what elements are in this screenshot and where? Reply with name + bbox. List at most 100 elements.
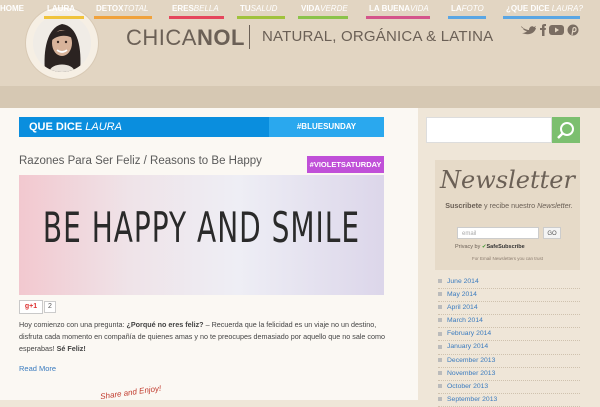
nav-label-bold: VIDA (301, 4, 321, 13)
logo-light: CHICA (126, 25, 197, 50)
hero-text: BE HAPPY AND SMILE (42, 203, 361, 253)
nav-label-italic: FOTO (461, 4, 484, 13)
nav-tu-salud[interactable]: TUSALUD (240, 4, 277, 13)
archive-label: May 2014 (447, 291, 477, 299)
newsletter-go-button[interactable]: GO (543, 227, 561, 239)
gplus-count: 2 (44, 301, 56, 313)
archive-item[interactable]: October 2013 (438, 381, 580, 394)
archive-label: November 2013 (447, 369, 496, 377)
post-excerpt: Hoy comienzo con una pregunta: ¿Porqué n… (19, 319, 385, 355)
nav-detox-total[interactable]: DETOXTOTAL (96, 4, 148, 13)
archive-label: March 2014 (447, 317, 483, 325)
archive-item[interactable]: January 2014 (438, 341, 580, 355)
gplus-button[interactable]: g+1 (19, 300, 43, 314)
nav-label-bold: LA (451, 4, 462, 13)
bullet-icon (438, 331, 442, 336)
nav-label: LAURA (47, 4, 75, 13)
privacy-note: Privacy by ✔SafeSubscribe (455, 244, 525, 250)
archive-item[interactable]: June 2014 (438, 276, 580, 290)
newsletter-subtitle: Suscribete y recibe nuestro Newsletter. (443, 200, 575, 212)
nl-sub-text: y recibe nuestro (481, 201, 538, 210)
nav-underline (237, 16, 285, 19)
search-input[interactable] (426, 117, 552, 143)
archive-label: December 2013 (447, 356, 496, 364)
bullet-icon (438, 305, 442, 310)
nl-sub-italic: Newsletter. (537, 201, 573, 210)
nav-home[interactable]: HOME (0, 4, 24, 13)
nav-underline (503, 16, 580, 19)
archive-item[interactable]: April 2014 (438, 302, 580, 316)
excerpt-bold: Sé Feliz! (56, 344, 86, 353)
privacy-brand[interactable]: SafeSubscribe (487, 244, 525, 250)
banner-hashtag[interactable]: #BLUESUNDAY (269, 117, 384, 137)
nav-que-dice-laura[interactable]: ¿QUE DICE LAURA? (506, 4, 583, 13)
nav-label-italic: TOTAL (123, 4, 149, 13)
post-hero-image[interactable]: BE HAPPY AND SMILE (19, 175, 384, 295)
nav-underline (169, 16, 224, 19)
nav-la-foto[interactable]: LAFOTO (451, 4, 484, 13)
archive-label: January 2014 (447, 343, 489, 351)
excerpt-text: Hoy comienzo con una pregunta: (19, 320, 127, 329)
post-hashtag-badge[interactable]: #VIOLETSATURDAY (307, 156, 384, 173)
post-title[interactable]: Razones Para Ser Feliz / Reasons to Be H… (19, 155, 262, 167)
archive-label: October 2013 (447, 382, 489, 390)
archive-item[interactable]: February 2014 (438, 328, 580, 342)
avatar-portrait-icon (33, 14, 91, 72)
youtube-icon[interactable] (549, 25, 564, 35)
privacy-label: Privacy by (455, 244, 481, 250)
nav-label-italic: LAURA? (551, 4, 583, 13)
banner-italic: LAURA (85, 121, 122, 133)
site-tagline: NATURAL, ORGÁNICA & LATINA (262, 28, 494, 45)
newsletter-footer: For Email Newsletters you can trust (471, 256, 544, 261)
nav-la-buena-vida[interactable]: LA BUENAVIDA (369, 4, 429, 13)
read-more-link[interactable]: Read More (19, 364, 56, 373)
archive-list: June 2014 May 2014 April 2014 March 2014… (438, 276, 580, 407)
newsletter-email-field[interactable]: email (457, 227, 539, 239)
bullet-icon (438, 383, 442, 388)
archive-item[interactable]: May 2014 (438, 289, 580, 303)
pinterest-icon[interactable] (567, 24, 579, 36)
social-links (520, 23, 596, 40)
logo-bold: NOL (196, 25, 245, 50)
search-button[interactable] (552, 117, 580, 143)
bullet-icon (438, 292, 442, 297)
nav-vida-verde[interactable]: VIDAVERDE (301, 4, 348, 13)
twitter-icon[interactable] (521, 26, 536, 35)
nav-underline (44, 16, 84, 19)
main-nav (0, 86, 600, 108)
bullet-icon (438, 357, 442, 362)
nav-label-italic: SALUD (250, 4, 278, 13)
archive-label: April 2014 (447, 304, 478, 312)
social-icons-group (521, 24, 579, 36)
site-logo[interactable]: CHICANOL (126, 25, 245, 51)
archive-label: February 2014 (447, 330, 492, 338)
newsletter-title: Newsletter (440, 166, 575, 194)
nav-label: HOME (0, 4, 24, 13)
nav-label-bold: DETOX (96, 4, 124, 13)
nav-label-bold: ERES (172, 4, 194, 13)
nav-label-bold: LA BUENA (369, 4, 411, 13)
avatar[interactable] (33, 14, 91, 72)
archive-label: June 2014 (447, 278, 479, 285)
nav-label-bold: ¿QUE DICE (506, 4, 550, 13)
logo-divider (249, 25, 250, 49)
excerpt-bold: ¿Porqué no eres feliz? (126, 320, 204, 329)
nav-underline (366, 16, 430, 19)
nav-underline (298, 16, 348, 19)
banner-bold: QUE DICE (29, 121, 83, 133)
archive-item[interactable]: November 2013 (438, 368, 580, 381)
section-banner[interactable]: QUE DICE LAURA (19, 117, 269, 137)
bullet-icon (438, 344, 442, 349)
newsletter-widget: Newsletter Suscribete y recibe nuestro N… (435, 160, 580, 270)
archive-item[interactable]: December 2013 (438, 355, 580, 368)
bullet-icon (438, 279, 442, 284)
facebook-icon[interactable] (540, 24, 546, 36)
nav-eres-bella[interactable]: ERESBELLA (172, 4, 219, 13)
nav-label-italic: VERDE (320, 4, 348, 13)
nav-laura[interactable]: LAURA (47, 4, 75, 13)
archive-item[interactable]: September 2013 (438, 394, 580, 407)
archive-item[interactable]: March 2014 (438, 315, 580, 329)
nav-underline (94, 16, 152, 19)
nl-sub-bold: Suscribete (445, 201, 482, 210)
nav-label-italic: BELLA (193, 4, 219, 13)
